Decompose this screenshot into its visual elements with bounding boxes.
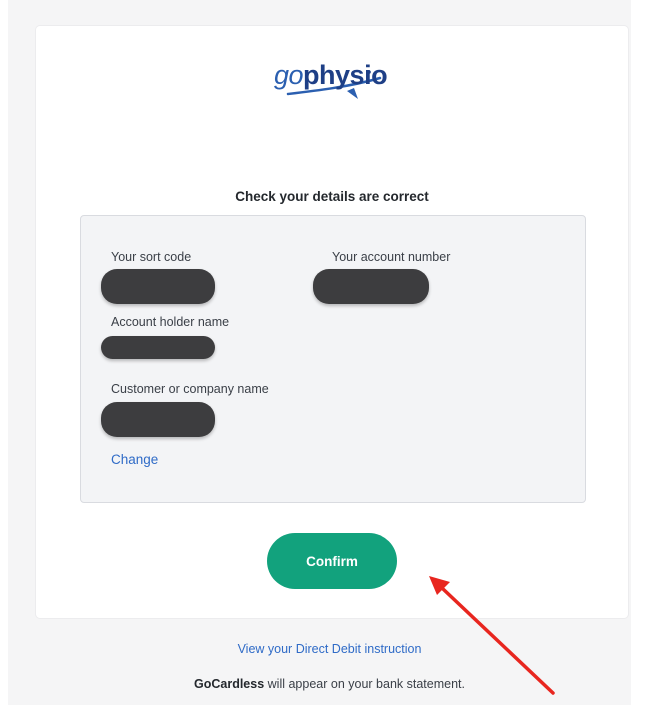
statement-text: will appear on your bank statement.	[264, 677, 465, 691]
bank-statement-note: GoCardless will appear on your bank stat…	[0, 677, 645, 691]
logo-wordmark: gophysio	[274, 53, 388, 97]
logo-prefix: go	[274, 60, 304, 90]
page-title: Check your details are correct	[235, 189, 429, 204]
customer-name-label: Customer or company name	[111, 382, 269, 396]
account-holder-value-redacted	[101, 336, 215, 359]
statement-brand: GoCardless	[194, 677, 265, 691]
page-edge-left	[0, 0, 8, 705]
customer-name-value-redacted	[101, 402, 215, 437]
logo-suffix: physio	[303, 60, 388, 90]
account-holder-label: Account holder name	[111, 315, 230, 329]
details-panel: Your sort code Your account number Accou…	[80, 215, 586, 503]
sort-code-value-redacted	[101, 269, 215, 304]
sort-code-label: Your sort code	[111, 250, 192, 264]
view-direct-debit-link[interactable]: View your Direct Debit instruction	[0, 642, 645, 656]
confirm-button[interactable]: Confirm	[267, 533, 397, 589]
gophysio-logo: gophysio	[274, 53, 394, 105]
page-edge-right	[631, 0, 645, 705]
change-link[interactable]: Change	[111, 452, 158, 467]
details-card: gophysio Check your details are correct …	[36, 26, 628, 618]
account-number-label: Your account number	[332, 250, 451, 264]
account-number-value-redacted	[313, 269, 429, 304]
